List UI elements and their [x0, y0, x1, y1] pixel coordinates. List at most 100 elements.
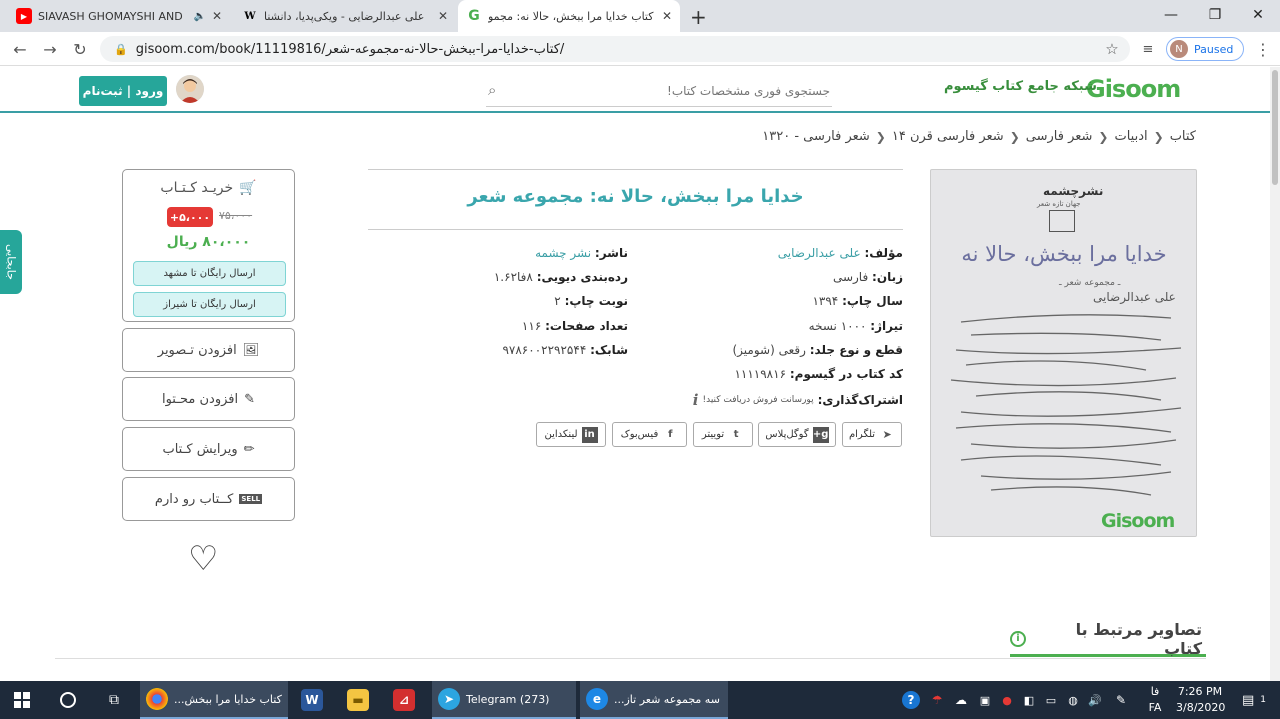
author-field: مؤلف: علی عبدالرضایی	[778, 246, 903, 260]
close-tab-icon[interactable]: ✕	[212, 9, 222, 23]
onedrive-tray-icon[interactable]: ☁	[950, 681, 972, 719]
tray-icon[interactable]: ◧	[1018, 681, 1040, 719]
volume-tray-icon[interactable]: 🔊	[1084, 681, 1106, 719]
new-tab-button[interactable]: +	[690, 5, 707, 29]
taskbar-app-explorer[interactable]: ▬	[338, 681, 378, 719]
notification-icon: ▤	[1241, 692, 1255, 708]
maximize-button[interactable]: ❐	[1193, 0, 1237, 30]
menu-icon[interactable]: ⋮	[1252, 38, 1274, 60]
breadcrumb-item[interactable]: شعر فارسی قرن ۱۴	[892, 129, 1004, 144]
language-indicator[interactable]: فا FA	[1140, 684, 1170, 716]
add-content-button[interactable]: ✎ افزودن محـتوا	[122, 377, 295, 421]
twitter-icon: t	[728, 426, 745, 443]
minimize-button[interactable]: —	[1149, 0, 1193, 30]
tray-icon[interactable]: ◍	[1062, 681, 1084, 719]
breadcrumb-item[interactable]: کتاب	[1170, 129, 1196, 144]
profile-button[interactable]: N Paused	[1166, 37, 1244, 61]
chevron-left-icon: ❮	[1009, 129, 1020, 144]
url-text: gisoom.com/book/11119816/کتاب-خدایا-مرا-…	[135, 41, 565, 57]
browser-tab-youtube[interactable]: ▶ SIAVASH GHOMAYSHI AND M 🔈 ✕	[8, 0, 230, 32]
forward-icon[interactable]: →	[39, 38, 61, 60]
tray-icon[interactable]: ●	[996, 681, 1018, 719]
share-google-plus-button[interactable]: g+ گوگل‌پلاس	[758, 422, 836, 447]
profile-status: Paused	[1194, 42, 1234, 56]
book-cover[interactable]: نشرچشمه جهان تازه شعر خدایا مرا ببخش، حا…	[930, 169, 1197, 537]
folder-icon: ▬	[347, 689, 369, 711]
discount-badge: +۵،۰۰۰	[167, 207, 213, 227]
price: ۸۰،۰۰۰ ریال	[166, 234, 251, 250]
info-icon[interactable]: i	[693, 391, 699, 409]
start-button[interactable]	[4, 681, 40, 719]
chrome-icon	[146, 688, 168, 710]
field-label: تیراژ:	[870, 319, 903, 333]
cover-title: خدایا مرا ببخش، حالا نه	[961, 242, 1167, 266]
author-link[interactable]: علی عبدالرضایی	[778, 246, 861, 260]
close-window-button[interactable]: ✕	[1236, 0, 1280, 30]
word-icon: W	[301, 689, 323, 711]
breadcrumb-item[interactable]: شعر فارسی	[1026, 129, 1093, 144]
publisher-link[interactable]: نشر چشمه	[535, 246, 591, 260]
gisoom-logo[interactable]: Gisoom	[1086, 75, 1181, 103]
chevron-left-icon: ❮	[875, 129, 886, 144]
address-bar[interactable]: 🔒 gisoom.com/book/11119816/کتاب-خدایا-مر…	[100, 36, 1130, 62]
add-image-button[interactable]: 🖼 افزودن تـصویر	[122, 328, 295, 372]
favorite-heart-icon[interactable]: ♡	[188, 542, 218, 576]
task-view-button[interactable]: ⧉	[96, 681, 132, 719]
search-button[interactable]	[50, 681, 86, 719]
bookmark-star-icon[interactable]: ☆	[1101, 38, 1123, 60]
back-icon[interactable]: ←	[9, 38, 31, 60]
close-tab-icon[interactable]: ✕	[438, 9, 448, 23]
search-icon[interactable]: ⌕	[488, 81, 496, 99]
edge-icon: e	[586, 688, 608, 710]
reload-icon[interactable]: ↻	[69, 38, 91, 60]
browser-tab-wikipedia[interactable]: W علی عبدالرضایی - ویکی‌پدیا، دانشنا ✕	[234, 0, 456, 32]
close-tab-icon[interactable]: ✕	[662, 9, 672, 23]
field-value: فارسی	[832, 270, 869, 284]
pen-tray-icon[interactable]: ✎	[1110, 681, 1132, 719]
windows-taskbar: ⧉ ...کتاب خدایا مرا ببخش W ▬ ⊿ ➤ Telegra…	[0, 681, 1280, 719]
publisher-logo-icon	[1049, 210, 1075, 232]
share-facebook-button[interactable]: f فیس‌بوک	[612, 422, 687, 447]
side-tab[interactable]: جابجایی	[0, 230, 22, 294]
edit-book-button[interactable]: ✏ ویرایش کـتاب	[122, 427, 295, 471]
tray-icon[interactable]: ▣	[974, 681, 996, 719]
scrollbar-thumb[interactable]	[1272, 70, 1278, 185]
google-plus-icon: g+	[812, 426, 829, 443]
question-icon: ?	[902, 691, 920, 709]
divider	[55, 658, 1206, 659]
buy-title[interactable]: 🛒 خریـد کـتـاب	[123, 180, 294, 196]
cortana-icon	[60, 692, 76, 708]
share-telegram-button[interactable]: ➤ تلگرام	[842, 422, 902, 447]
taskbar-app-chrome[interactable]: ...کتاب خدایا مرا ببخش	[140, 681, 288, 719]
notification-center-button[interactable]: ▤ 1	[1234, 681, 1274, 719]
have-book-button[interactable]: SELL کــتاب رو دارم	[122, 477, 295, 521]
taskbar-app-edge[interactable]: e ...سه مجموعه شعر تاز	[580, 681, 728, 719]
button-label: ویرایش کـتاب	[162, 441, 238, 457]
taskbar-app-pdf[interactable]: ⊿	[384, 681, 424, 719]
section-title: تصاویر مرتبط با کتاب	[1075, 619, 1202, 658]
network-tray-icon[interactable]: ▭	[1040, 681, 1062, 719]
wikipedia-icon: W	[244, 10, 256, 22]
avira-tray-icon[interactable]: ☂	[926, 681, 948, 719]
help-tray-icon[interactable]: ?	[898, 681, 924, 719]
avatar[interactable]	[176, 75, 204, 103]
pdf-icon: ⊿	[393, 689, 415, 711]
breadcrumb-item[interactable]: ادبیات	[1114, 129, 1147, 144]
share-twitter-button[interactable]: t توییتر	[693, 422, 753, 447]
taskbar-app-word[interactable]: W	[292, 681, 332, 719]
clock[interactable]: 7:26 PM 3/8/2020	[1176, 684, 1225, 716]
field-label: زبان:	[872, 270, 903, 284]
free-shipping-shiraz[interactable]: ارسال رایگان تا شیراز	[133, 292, 286, 317]
login-button[interactable]: ورود | ثبت‌نام	[79, 76, 167, 106]
field-label: تعداد صفحات:	[545, 319, 628, 333]
taskbar-app-telegram[interactable]: ➤ Telegram (273)	[432, 681, 576, 719]
browser-tab-gisoom[interactable]: G کتاب خدایا مرا ببخش، حالا نه: مجمو ✕	[458, 0, 680, 32]
search-input[interactable]	[512, 77, 832, 105]
dewey-field: رده‌بندی دیویی: ۸فا۱.۶۲	[494, 270, 628, 284]
share-linkedin-button[interactable]: in لینکداین	[536, 422, 606, 447]
breadcrumb-item[interactable]: شعر فارسی - ۱۳۲۰	[762, 129, 870, 144]
free-shipping-mashhad[interactable]: ارسال رایگان تا مشهد	[133, 261, 286, 286]
media-control-icon[interactable]: ≡	[1137, 38, 1159, 60]
share-label: توییتر	[701, 429, 725, 440]
language-field: زبان: فارسی	[833, 270, 903, 284]
